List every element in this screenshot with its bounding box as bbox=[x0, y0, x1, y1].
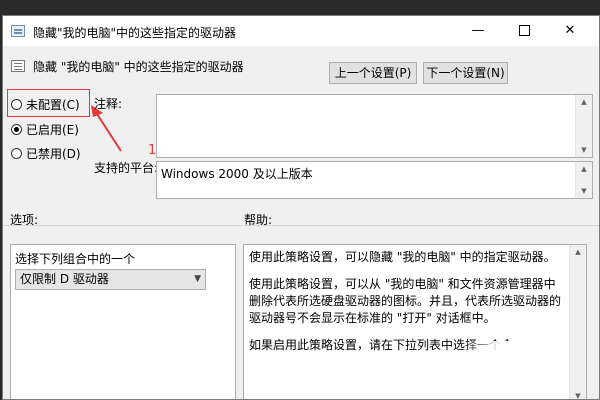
radio-enabled[interactable]: 已启用(E) bbox=[11, 121, 79, 137]
policy-name: 隐藏 "我的电脑" 中的这些指定的驱动器 bbox=[33, 60, 244, 74]
platform-label: 支持的平台: bbox=[94, 161, 159, 175]
previous-setting-button[interactable]: 上一个设置(P) bbox=[329, 62, 417, 84]
scroll-down-icon[interactable]: ▼ bbox=[576, 184, 592, 198]
comment-scrollbar[interactable]: ▲ ▼ bbox=[575, 95, 592, 157]
close-button[interactable]: ✕ bbox=[547, 16, 593, 46]
chevron-down-icon: ▼ bbox=[194, 274, 201, 284]
close-icon: ✕ bbox=[564, 23, 576, 38]
radio-disabled[interactable]: 已禁用(D) bbox=[11, 145, 81, 161]
comment-label: 注释: bbox=[94, 97, 123, 111]
help-paragraph: 使用此策略设置，可以从 "我的电脑" 和文件资源管理器中删除代表所选硬盘驱动器的… bbox=[249, 277, 562, 325]
radio-button[interactable] bbox=[11, 123, 22, 135]
options-label: 选项: bbox=[10, 213, 39, 227]
title-bar[interactable]: 隐藏"我的电脑"中的这些指定的驱动器 — ✕ bbox=[3, 16, 599, 46]
maximize-icon bbox=[518, 25, 530, 36]
platform-scrollbar[interactable]: ▲ ▼ bbox=[575, 162, 592, 198]
help-label: 帮助: bbox=[244, 213, 273, 227]
window-title: 隐藏"我的电脑"中的这些指定的驱动器 bbox=[33, 26, 237, 40]
radio-button[interactable] bbox=[11, 147, 22, 159]
next-setting-button[interactable]: 下一个设置(N) bbox=[423, 62, 508, 84]
help-scrollbar[interactable]: ▲ ▼ bbox=[569, 245, 586, 399]
scroll-up-icon[interactable]: ▲ bbox=[576, 95, 592, 109]
scroll-down-icon[interactable]: ▼ bbox=[570, 389, 586, 399]
radio-label: 已禁用(D) bbox=[26, 146, 81, 161]
help-paragraph: 使用此策略设置，可以隐藏 "我的电脑" 中的指定驱动器。 bbox=[249, 250, 556, 264]
policy-icon bbox=[11, 60, 25, 72]
minimize-button[interactable]: — bbox=[455, 16, 501, 46]
comment-textarea[interactable]: ▲ ▼ bbox=[156, 94, 593, 158]
blur-overlay bbox=[460, 341, 570, 399]
options-caption: 选择下列组合中的一个 bbox=[15, 252, 136, 266]
scroll-down-icon[interactable]: ▼ bbox=[576, 143, 592, 157]
minimize-icon: — bbox=[471, 23, 485, 38]
options-panel: 选择下列组合中的一个 仅限制 D 驱动器 ▼ bbox=[10, 244, 236, 399]
platform-value: Windows 2000 及以上版本 bbox=[161, 167, 313, 181]
scroll-up-icon[interactable]: ▲ bbox=[576, 162, 592, 176]
divider bbox=[3, 225, 599, 226]
drive-restriction-select[interactable]: 仅限制 D 驱动器 ▼ bbox=[15, 269, 206, 290]
maximize-button[interactable] bbox=[501, 16, 547, 46]
select-value: 仅限制 D 驱动器 bbox=[20, 272, 109, 286]
platform-field: Windows 2000 及以上版本 ▲ ▼ bbox=[156, 161, 593, 199]
highlight-box bbox=[7, 89, 90, 117]
help-panel: 使用此策略设置，可以隐藏 "我的电脑" 中的指定驱动器。 使用此策略设置，可以从… bbox=[243, 244, 587, 399]
policy-settings-icon bbox=[11, 25, 25, 37]
radio-label: 已启用(E) bbox=[26, 122, 79, 137]
scroll-up-icon[interactable]: ▲ bbox=[570, 245, 586, 259]
policy-dialog-window: 隐藏"我的电脑"中的这些指定的驱动器 — ✕ 隐藏 "我的电脑" 中的这些指定的… bbox=[2, 15, 600, 400]
